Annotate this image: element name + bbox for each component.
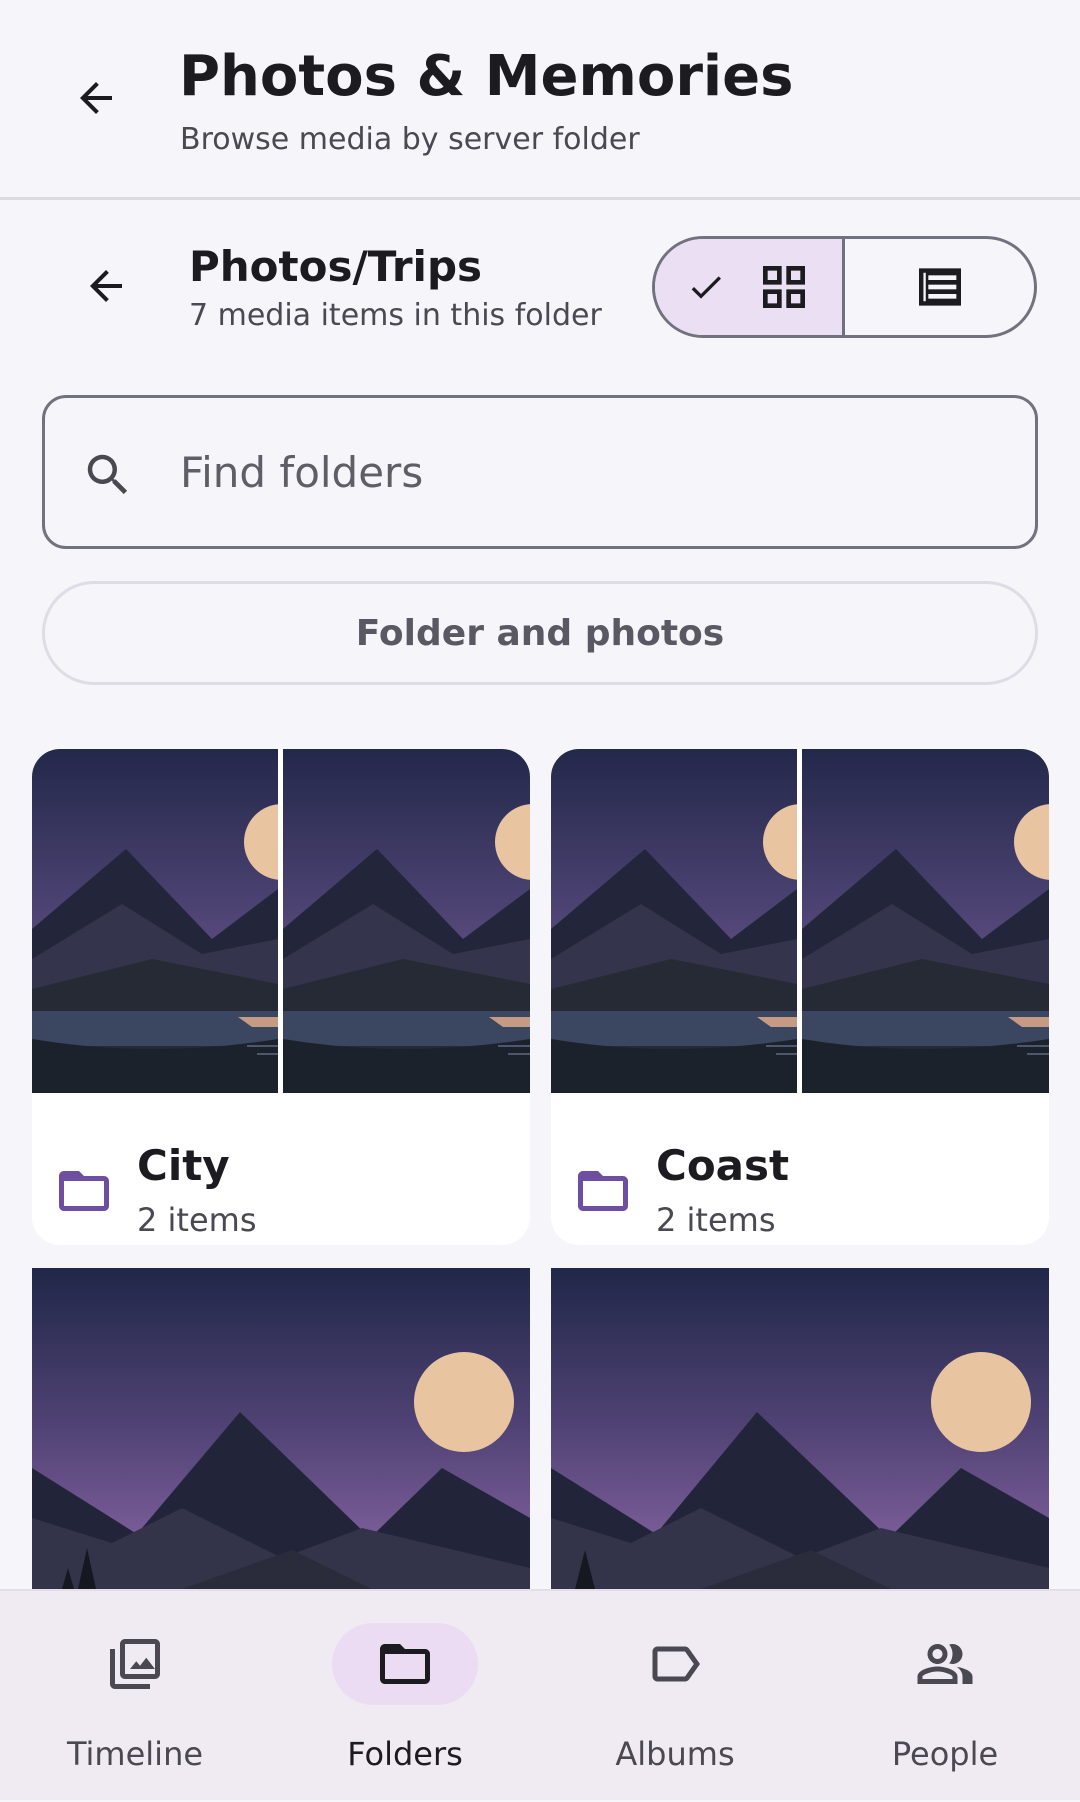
folder-summary: 7 media items in this folder [189,298,602,333]
thumbnail-image [32,749,278,1093]
arrow-back-icon [80,82,112,114]
nav-item-folders[interactable]: Folders [270,1591,540,1802]
search-icon [87,454,128,495]
photo-tile[interactable] [32,1268,530,1589]
folder-card-city[interactable]: City 2 items [32,749,530,1245]
folder-icon [578,1171,628,1211]
nav-item-timeline[interactable]: Timeline [0,1591,270,1802]
nav-indicator [872,1623,1018,1705]
thumbnail-image [802,749,1049,1093]
nav-indicator [62,1623,208,1705]
folder-path: Photos/Trips [189,242,483,291]
nav-indicator [602,1623,748,1705]
search-input[interactable] [180,398,1000,546]
folder-back-button[interactable] [66,246,146,326]
page-title: Photos & Memories [179,44,794,109]
list-view-button[interactable] [845,239,1034,335]
photo-image [551,1268,1049,1589]
check-icon [691,276,721,299]
photo-tile[interactable] [551,1268,1049,1589]
folder-count: 2 items [137,1201,257,1239]
folder-card-coast[interactable]: Coast 2 items [551,749,1049,1245]
folder-name: Coast [656,1141,790,1190]
folder-thumbnails [551,749,1049,1093]
nav-label: Folders [347,1735,463,1773]
search-field [42,395,1038,549]
folder-name: City [137,1141,230,1190]
folder-thumbnails [32,749,530,1093]
photo-library-icon [110,1639,160,1689]
nav-item-albums[interactable]: Albums [540,1591,810,1802]
folder-icon [380,1644,430,1684]
folder-count: 2 items [656,1201,776,1239]
arrow-back-icon [90,270,122,302]
nav-label: Albums [615,1735,735,1773]
thumbnail-image [283,749,530,1093]
filter-label: Folder and photos [355,612,725,654]
bottom-navigation: Timeline Folders Albums People [0,1589,1080,1800]
grid-view-button[interactable] [655,239,845,335]
nav-indicator [332,1623,478,1705]
list-view-icon [918,268,961,306]
page-subtitle: Browse media by server folder [180,122,640,157]
thumbnail-image [551,749,797,1093]
back-button[interactable] [56,58,136,138]
view-toggle [652,236,1037,338]
label-icon [652,1646,700,1682]
top-app-bar: Photos & Memories Browse media by server… [0,0,1080,200]
people-icon [917,1644,973,1684]
photo-image [32,1268,530,1589]
folder-icon [59,1171,109,1211]
grid-view-icon [762,266,805,308]
nav-item-people[interactable]: People [810,1591,1080,1802]
nav-label: People [891,1735,999,1773]
nav-label: Timeline [66,1735,204,1773]
filter-button[interactable]: Folder and photos [42,581,1038,685]
